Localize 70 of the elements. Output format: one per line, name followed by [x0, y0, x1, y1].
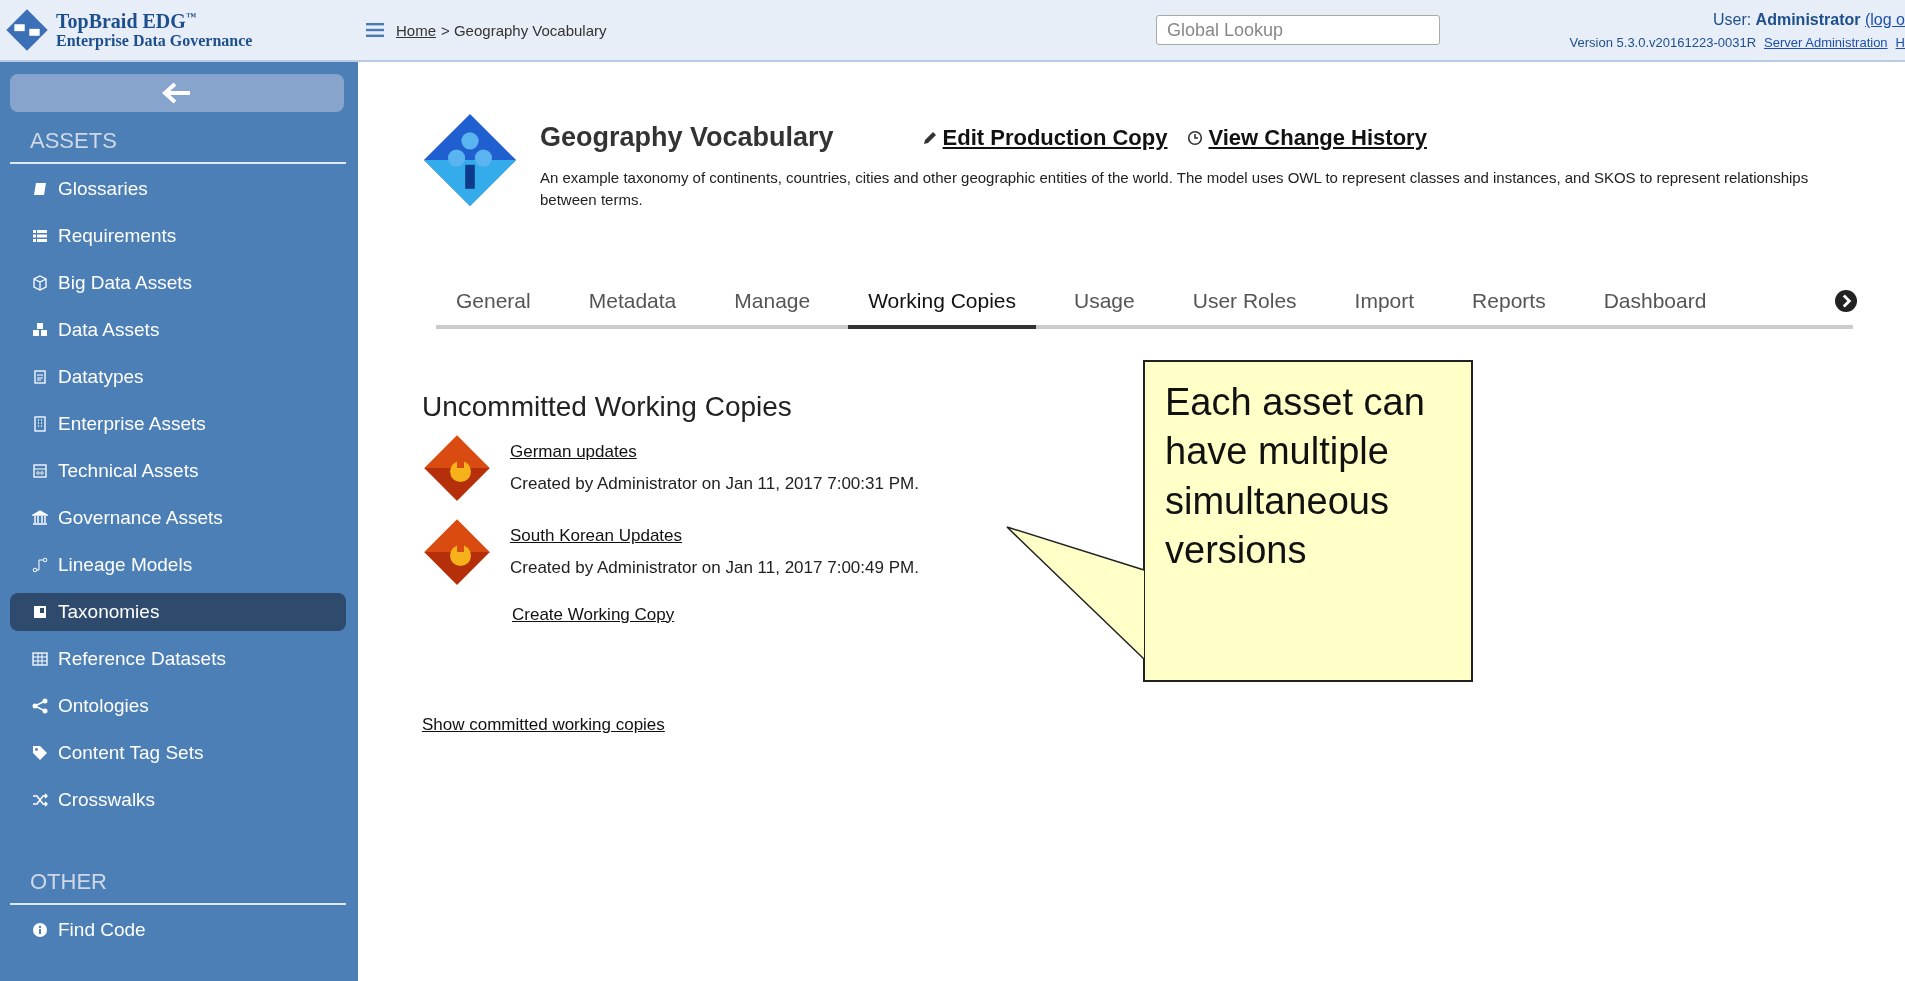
- created-text: Created by Administrator on Jan 11, 2017 7:00:31 PM.: [510, 473, 919, 494]
- item-icon: [32, 651, 48, 667]
- sidebar-item[interactable]: Big Data Assets: [10, 264, 346, 302]
- tab[interactable]: Working Copies: [848, 276, 1036, 329]
- item-icon: [32, 369, 48, 385]
- sidebar-item[interactable]: Datatypes: [10, 358, 346, 396]
- item-icon: [32, 745, 48, 761]
- create-working-copy-link[interactable]: Create Working Copy: [512, 604, 675, 625]
- menu-icon[interactable]: [366, 23, 384, 37]
- sidebar-item[interactable]: Governance Assets: [10, 499, 346, 537]
- logo-icon: [4, 7, 50, 53]
- clock-icon: [1187, 129, 1204, 146]
- tab[interactable]: General: [436, 276, 551, 329]
- working-copy-link[interactable]: German updates: [510, 441, 919, 462]
- sidebar-item[interactable]: Ontologies: [10, 687, 346, 725]
- global-lookup-field[interactable]: Global Lookup: [1156, 15, 1440, 45]
- tab[interactable]: Manage: [714, 276, 831, 329]
- item-icon: [32, 416, 48, 432]
- item-icon: [32, 604, 48, 620]
- item-icon: [32, 322, 48, 338]
- item-icon: [32, 792, 48, 808]
- version-text: Version 5.3.0.v20161223-0031R: [1569, 34, 1757, 50]
- sidebar-item[interactable]: Find Code: [10, 911, 346, 949]
- user-name: Administrator: [1755, 10, 1861, 28]
- sidebar-item[interactable]: Enterprise Assets: [10, 405, 346, 443]
- sidebar-item[interactable]: Requirements: [10, 217, 346, 255]
- pencil-icon: [921, 129, 938, 146]
- asset-description: An example taxonomy of continents, countries, cities and other geographic entities of the world. The model uses OWL to represent classes and instances, and SKOS to represent relationships between terms.: [540, 168, 1810, 210]
- sidebar-item[interactable]: Lineage Models: [10, 546, 346, 584]
- created-text: Created by Administrator on Jan 11, 2017 7:00:49 PM.: [510, 557, 919, 578]
- tab[interactable]: User Roles: [1172, 276, 1317, 329]
- item-icon: [32, 275, 48, 291]
- item-icon: [32, 228, 48, 244]
- asset-action-link[interactable]: View Change History: [1187, 124, 1427, 151]
- section-title: OTHER: [29, 869, 108, 895]
- item-icon: [32, 181, 48, 197]
- tab[interactable]: Reports: [1452, 276, 1566, 329]
- callout-text: Each asset can have multiple simultaneous versions: [1143, 360, 1473, 682]
- item-icon: [32, 463, 48, 479]
- tab[interactable]: Import: [1334, 276, 1435, 329]
- asset-action-link[interactable]: Edit Production Copy: [921, 124, 1168, 151]
- item-icon: [32, 698, 48, 714]
- tab[interactable]: Metadata: [568, 276, 697, 329]
- section-title: ASSETS: [29, 128, 118, 154]
- brand-name: TopBraid EDG$^{™}$: [56, 10, 197, 33]
- sidebar-item[interactable]: Crosswalks: [10, 781, 346, 819]
- logout-link[interactable]: (log o: [1864, 10, 1905, 28]
- user-label: User:: [1712, 10, 1752, 28]
- section-heading: Uncommitted Working Copies: [422, 390, 792, 423]
- sidebar-item[interactable]: Reference Datasets: [10, 640, 346, 678]
- item-icon: [32, 510, 48, 526]
- working-copy-link[interactable]: South Korean Updates: [510, 525, 919, 546]
- show-committed-link[interactable]: Show committed working copies: [422, 714, 665, 735]
- tab[interactable]: Usage: [1054, 276, 1155, 329]
- sidebar-item[interactable]: Taxonomies: [10, 593, 346, 631]
- breadcrumb-current: > Geography Vocabulary: [441, 21, 607, 39]
- brand-subtitle: Enterprise Data Governance: [56, 32, 253, 50]
- item-icon: [32, 557, 48, 573]
- tab[interactable]: Dashboard: [1583, 276, 1727, 329]
- sidebar-item[interactable]: Data Assets: [10, 311, 346, 349]
- asset-title: Geography Vocabulary: [540, 122, 834, 153]
- sidebar-item[interactable]: Glossaries: [10, 170, 346, 208]
- back-arrow-icon: [162, 82, 192, 104]
- asset-logo-icon: [422, 112, 518, 208]
- sidebar-item[interactable]: Technical Assets: [10, 452, 346, 490]
- help-link[interactable]: H: [1895, 34, 1905, 50]
- breadcrumb-link[interactable]: Home: [396, 21, 436, 39]
- info-icon: [32, 922, 48, 938]
- sidebar-item[interactable]: Content Tag Sets: [10, 734, 346, 772]
- server-admin-link[interactable]: Server Administration: [1764, 34, 1888, 50]
